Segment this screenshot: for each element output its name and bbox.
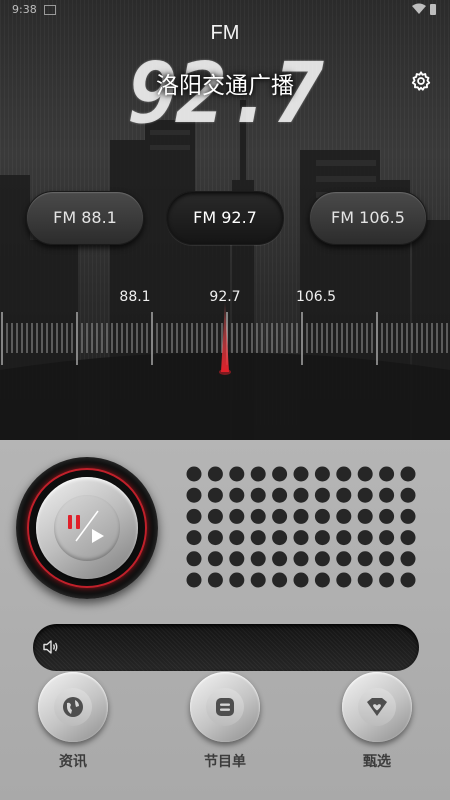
speaker-hole [357,572,373,588]
nav-label-program-list: 节目单 [204,754,246,770]
speaker-hole [379,572,395,588]
speaker-hole [272,530,288,546]
speaker-hole [186,487,202,503]
status-bar: 9:38 [0,0,450,20]
status-time: 9:38 [12,3,37,16]
speaker-icon [43,640,58,654]
speaker-hole [250,508,266,524]
speaker-hole [207,508,223,524]
scale-label-3: 106.5 [295,289,337,305]
speaker-hole [400,487,416,503]
wifi-icon [412,3,426,14]
program-list-button[interactable] [190,672,260,742]
nav-label-selection: 甄选 [363,754,391,770]
battery-icon [430,4,436,15]
speaker-hole [314,530,330,546]
speaker-hole [229,551,245,567]
speaker-hole [293,487,309,503]
speaker-hole [379,487,395,503]
speaker-hole [207,572,223,588]
speaker-hole [400,551,416,567]
speaker-hole [293,466,309,482]
speaker-hole [229,572,245,588]
speaker-hole [336,466,352,482]
radio-display-panel: 9:38 FM 92.7 洛阳交通广播 FM 88.1 FM 92.7 FM 1… [0,0,450,440]
speaker-hole [207,530,223,546]
speaker-hole [207,466,223,482]
speaker-hole [336,551,352,567]
speaker-grille [186,466,416,588]
play-pause-button[interactable] [54,495,120,561]
speaker-hole [229,487,245,503]
list-icon [216,698,234,716]
speaker-hole [250,487,266,503]
speaker-hole [293,530,309,546]
speaker-hole [186,508,202,524]
preset-button-2[interactable]: FM 92.7 [166,191,284,245]
speaker-hole [336,572,352,588]
speaker-hole [229,466,245,482]
speaker-hole [314,508,330,524]
preset-button-3[interactable]: FM 106.5 [309,191,427,245]
speaker-hole [229,530,245,546]
speaker-hole [379,508,395,524]
speaker-hole [250,530,266,546]
speaker-hole [186,572,202,588]
speaker-hole [229,508,245,524]
speaker-hole [336,487,352,503]
band-label: FM [210,22,240,44]
tuning-needle[interactable] [212,300,238,380]
station-name: 洛阳交通广播 [156,73,294,99]
speaker-hole [272,551,288,567]
speaker-hole [186,530,202,546]
speaker-hole [250,551,266,567]
speaker-hole [293,508,309,524]
notification-icon [44,5,56,15]
speaker-hole [314,551,330,567]
speaker-hole [379,466,395,482]
globe-icon [63,697,83,717]
speaker-hole [314,487,330,503]
speaker-hole [379,551,395,567]
speaker-hole [379,530,395,546]
speaker-hole [207,551,223,567]
nav-label-news: 资讯 [59,754,87,770]
speaker-hole [357,530,373,546]
speaker-hole [314,572,330,588]
news-button[interactable] [38,672,108,742]
heart-icon [367,698,387,716]
speaker-hole [272,508,288,524]
speaker-hole [357,508,373,524]
selection-button[interactable] [342,672,412,742]
volume-slider[interactable] [33,624,419,671]
speaker-hole [400,466,416,482]
scale-label-1: 88.1 [119,289,151,305]
speaker-hole [293,572,309,588]
speaker-hole [186,551,202,567]
speaker-hole [272,572,288,588]
speaker-hole [357,466,373,482]
gear-icon[interactable] [410,70,432,92]
speaker-hole [357,487,373,503]
speaker-hole [207,487,223,503]
speaker-hole [400,508,416,524]
speaker-hole [272,487,288,503]
speaker-hole [336,530,352,546]
speaker-hole [250,572,266,588]
speaker-hole [400,530,416,546]
speaker-hole [314,466,330,482]
speaker-hole [186,466,202,482]
speaker-hole [336,508,352,524]
preset-button-1[interactable]: FM 88.1 [26,191,144,245]
speaker-hole [293,551,309,567]
speaker-hole [250,466,266,482]
speaker-hole [400,572,416,588]
speaker-hole [357,551,373,567]
speaker-hole [272,466,288,482]
